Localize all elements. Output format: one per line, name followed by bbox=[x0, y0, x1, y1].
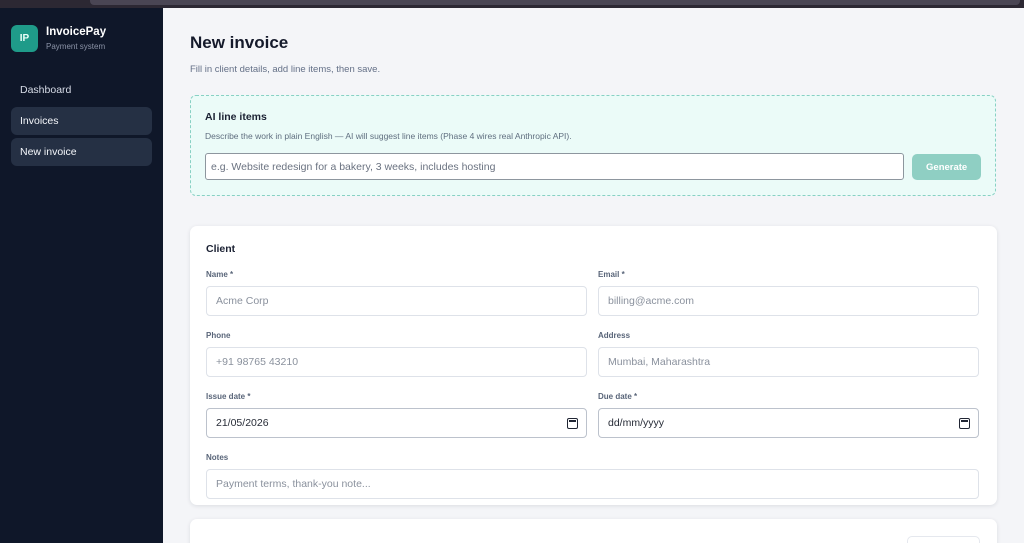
issue-date-input[interactable]: 21/05/2026 bbox=[206, 408, 587, 438]
phone-input[interactable]: +91 98765 43210 bbox=[206, 347, 587, 377]
due-date-input[interactable]: dd/mm/yyyy bbox=[598, 408, 979, 438]
calendar-icon[interactable] bbox=[959, 417, 970, 429]
due-date-value: dd/mm/yyyy bbox=[608, 417, 665, 429]
page-title: New invoice bbox=[190, 33, 289, 52]
window-tab-strip bbox=[90, 0, 1020, 5]
address-label: Address bbox=[598, 331, 631, 340]
issue-date-label: Issue date * bbox=[206, 392, 251, 401]
name-label: Name * bbox=[206, 270, 234, 279]
email-label: Email * bbox=[598, 270, 625, 279]
client-card: Client Name * Acme Corp Email * billing@… bbox=[190, 226, 997, 505]
client-card-title: Client bbox=[206, 243, 236, 255]
notes-label: Notes bbox=[206, 453, 229, 462]
app-window: IP InvoicePay Payment system Dashboard I… bbox=[0, 8, 1024, 543]
sidebar-item-new-invoice[interactable]: New invoice bbox=[11, 138, 152, 166]
ai-line-items-panel: AI line items Describe the work in plain… bbox=[190, 95, 996, 196]
issue-date-value: 21/05/2026 bbox=[216, 417, 269, 429]
ai-description-input[interactable]: e.g. Website redesign for a bakery, 3 we… bbox=[205, 153, 905, 180]
sidebar: IP InvoicePay Payment system Dashboard I… bbox=[0, 8, 163, 543]
ai-panel-description: Describe the work in plain English — AI … bbox=[205, 131, 572, 141]
name-input[interactable]: Acme Corp bbox=[206, 286, 587, 316]
brand: IP InvoicePay Payment system bbox=[11, 25, 152, 52]
phone-label: Phone bbox=[206, 331, 231, 340]
address-input[interactable]: Mumbai, Maharashtra bbox=[598, 347, 979, 377]
card-action-button[interactable] bbox=[907, 536, 980, 543]
email-input[interactable]: billing@acme.com bbox=[598, 286, 979, 316]
sidebar-item-invoices[interactable]: Invoices bbox=[11, 107, 152, 135]
page-subtitle: Fill in client details, add line items, … bbox=[190, 64, 381, 75]
main-content: New invoice Fill in client details, add … bbox=[163, 8, 1024, 543]
logo-icon: IP bbox=[11, 25, 38, 52]
notes-input[interactable]: Payment terms, thank-you note... bbox=[206, 469, 979, 499]
sidebar-item-dashboard[interactable]: Dashboard bbox=[11, 76, 152, 104]
brand-name: InvoicePay bbox=[46, 26, 107, 38]
calendar-icon[interactable] bbox=[567, 417, 578, 429]
brand-subtitle: Payment system bbox=[46, 42, 106, 51]
line-items-card bbox=[190, 519, 997, 543]
generate-button[interactable]: Generate bbox=[912, 154, 981, 180]
due-date-label: Due date * bbox=[598, 392, 638, 401]
window-top-bar bbox=[0, 0, 1024, 8]
ai-panel-title: AI line items bbox=[205, 111, 267, 123]
